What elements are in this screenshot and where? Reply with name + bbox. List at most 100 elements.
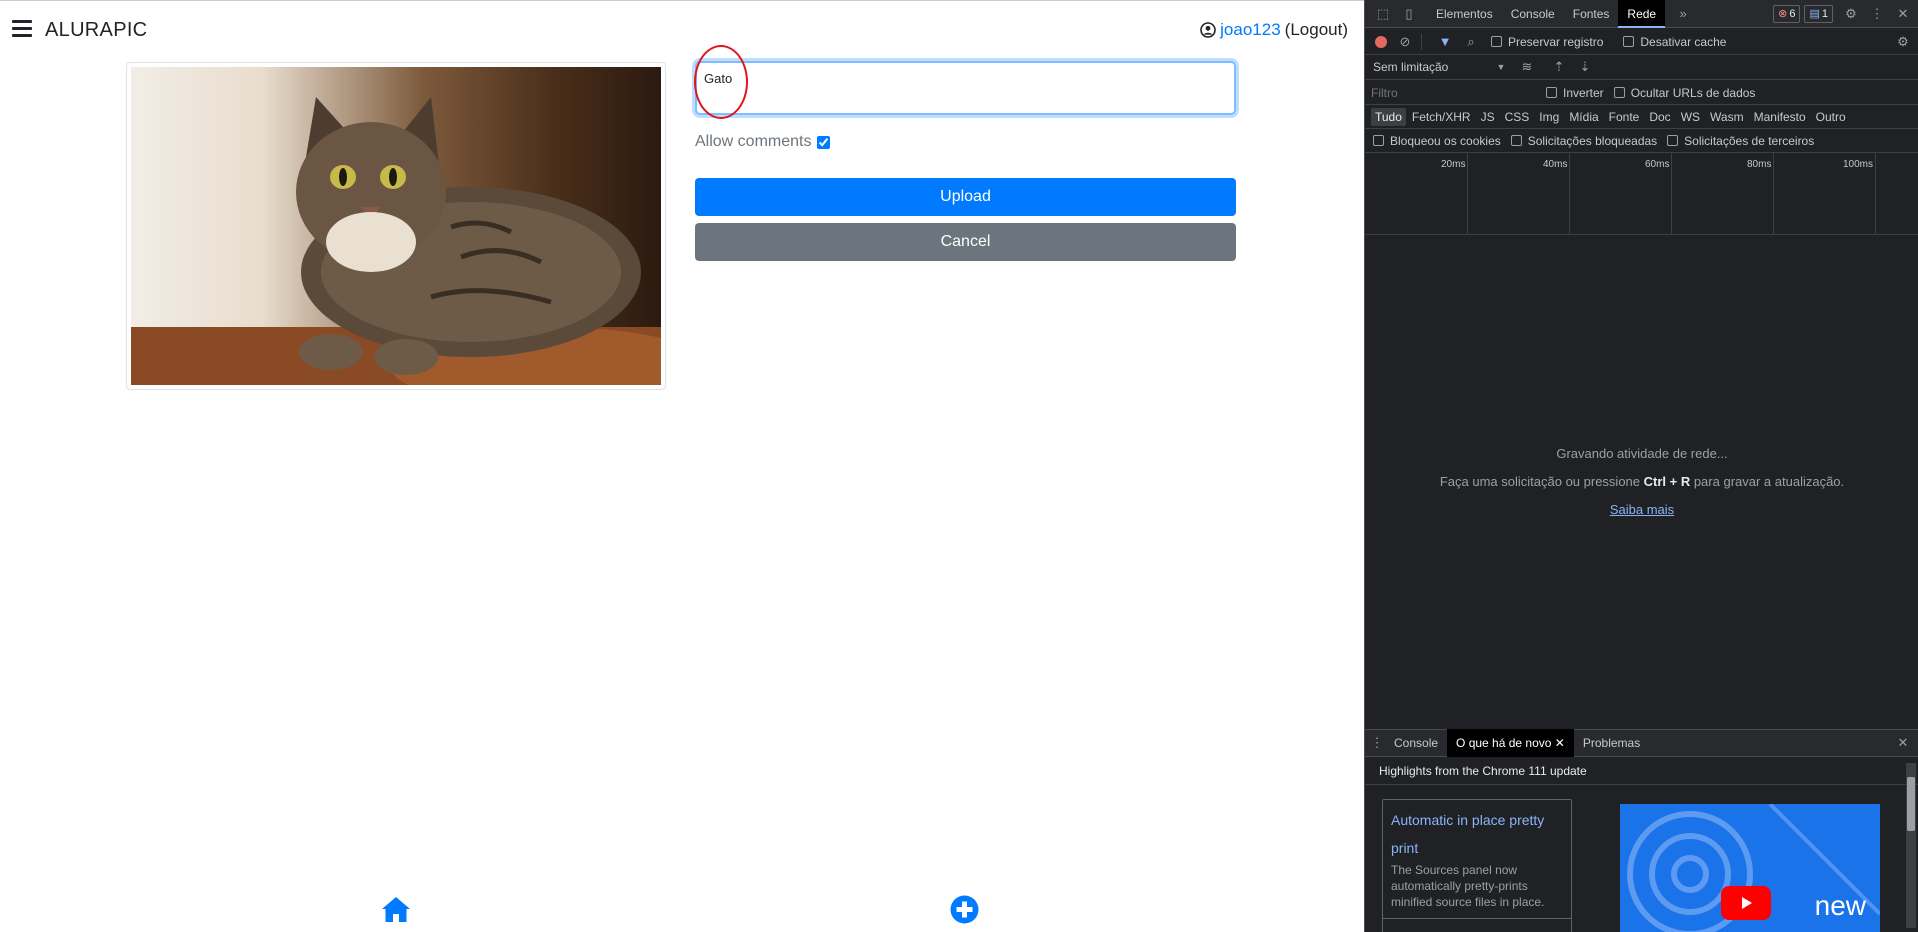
more-tabs-icon[interactable]: » [1675,6,1691,22]
filter-row: Inverter Ocultar URLs de dados [1365,81,1918,105]
youtube-play-icon[interactable] [1721,886,1771,920]
recording-message: Gravando atividade de rede... [1556,446,1728,461]
kebab-menu-icon[interactable]: ⋮ [1869,6,1885,22]
network-toolbar: ⊘ ▼ ⌕ Preservar registro Desativar cache… [1365,29,1918,55]
close-icon[interactable]: ✕ [1895,6,1911,22]
close-drawer-icon[interactable]: ✕ [1895,735,1911,751]
messages-badge[interactable]: ▤ 1 [1804,4,1833,23]
logout-link[interactable]: (Logout) [1285,20,1348,40]
filter-input[interactable] [1371,83,1536,102]
home-icon[interactable] [381,895,411,923]
promo-video-thumbnail[interactable]: new [1620,804,1880,932]
feature-title[interactable]: Automatic in place pretty print [1391,806,1563,862]
search-icon[interactable]: ⌕ [1463,34,1479,50]
type-manifest[interactable]: Manifesto [1750,108,1810,126]
description-input[interactable] [697,63,1234,113]
tab-elements[interactable]: Elementos [1427,0,1502,28]
feature-card-next[interactable] [1382,918,1572,932]
preserve-log-checkbox[interactable] [1491,36,1502,47]
type-css[interactable]: CSS [1501,108,1534,126]
inspect-element-icon[interactable]: ⬚ [1375,6,1391,22]
cancel-button[interactable]: Cancel [695,223,1236,261]
drawer-tab-console[interactable]: Console [1385,729,1447,757]
hide-data-urls-checkbox[interactable] [1613,87,1625,98]
third-party-label: Solicitações de terceiros [1684,133,1815,148]
type-img[interactable]: Img [1535,108,1563,126]
record-icon[interactable] [1375,35,1387,48]
network-empty-state: Gravando atividade de rede... Faça uma s… [1365,440,1918,524]
preserve-log-label: Preservar registro [1508,34,1604,49]
invert-checkbox[interactable] [1546,87,1557,98]
plus-circle-icon[interactable] [950,895,979,924]
allow-comments-label: Allow comments [695,133,812,150]
description-field-wrapper [695,61,1236,115]
feature-description: The Sources panel now automatically pret… [1391,863,1545,909]
type-wasm[interactable]: Wasm [1706,108,1748,126]
photo-preview-card [126,62,666,390]
timeline-tick: 60ms [1645,159,1670,170]
network-conditions-icon[interactable]: ≋ [1519,59,1535,75]
filter-icon[interactable]: ▼ [1437,34,1453,50]
menu-icon[interactable] [12,20,32,38]
cat-photo [131,67,661,385]
drawer-tab-issues[interactable]: Problemas [1574,729,1649,757]
feature-card[interactable]: Automatic in place pretty print The Sour… [1382,799,1572,919]
device-toolbar-icon[interactable]: ▯ [1401,6,1417,22]
upload-button[interactable]: Upload [695,178,1236,216]
drawer-tabbar: ⋮ Console O que há de novo ✕ Problemas ✕ [1365,729,1918,757]
resource-type-filters: Tudo Fetch/XHR JS CSS Img Mídia Fonte Do… [1365,105,1918,129]
drawer-menu-icon[interactable]: ⋮ [1369,735,1385,751]
reload-hint: Faça uma solicitação ou pressione Ctrl +… [1439,474,1845,489]
learn-more-link[interactable]: Saiba mais [1610,502,1674,517]
allow-comments-row: Allow comments [695,133,831,151]
brand-logo[interactable]: ALURAPIC [45,19,147,42]
devtools-tabbar: ⬚ ▯ Elementos Console Fontes Rede » ⊗ 6 ▤… [1365,0,1918,28]
third-party-checkbox[interactable] [1667,135,1679,146]
blocked-filters-row: Bloqueou os cookies Solicitações bloquea… [1365,129,1918,153]
close-tab-icon[interactable]: ✕ [1555,736,1565,750]
import-har-icon[interactable]: ⇡ [1551,59,1567,75]
timeline-tick: 20ms [1441,159,1466,170]
errors-badge[interactable]: ⊗ 6 [1773,4,1801,23]
timeline-tick: 80ms [1747,159,1772,170]
disable-cache-label: Desativar cache [1640,34,1727,49]
username-link[interactable]: joao123 [1220,20,1281,40]
throttle-row: Sem limitação ▼ ≋ ⇡ ⇣ [1365,55,1918,80]
timeline-tick: 100ms [1843,159,1874,170]
hide-data-urls-label: Ocultar URLs de dados [1630,85,1756,100]
user-circle-icon [1200,22,1216,38]
settings-gear-icon[interactable]: ⚙ [1843,6,1859,22]
allow-comments-checkbox[interactable] [817,135,831,149]
disable-cache-checkbox[interactable] [1623,36,1635,47]
export-har-icon[interactable]: ⇣ [1577,59,1593,75]
network-settings-gear-icon[interactable]: ⚙ [1895,34,1911,50]
drawer-tab-whats-new-label: O que há de novo [1456,736,1552,750]
drawer-scrollbar[interactable] [1906,763,1916,928]
promo-text: new [1814,890,1866,921]
type-js[interactable]: JS [1477,108,1499,126]
type-font[interactable]: Fonte [1605,108,1644,126]
tab-network[interactable]: Rede [1618,0,1666,28]
chevron-down-icon: ▼ [1496,62,1506,72]
invert-label: Inverter [1563,85,1604,100]
throttle-select[interactable]: Sem limitação [1373,60,1483,74]
type-media[interactable]: Mídia [1565,108,1602,126]
drawer-tab-whats-new[interactable]: O que há de novo ✕ [1447,729,1574,757]
app-page: ALURAPIC joao123 (Logout) Gato Allow com… [0,0,1364,932]
type-other[interactable]: Outro [1812,108,1850,126]
timeline-tick: 40ms [1543,159,1568,170]
blocked-requests-checkbox[interactable] [1510,135,1522,146]
blocked-cookies-checkbox[interactable] [1373,135,1384,146]
type-doc[interactable]: Doc [1645,108,1674,126]
type-fetch-xhr[interactable]: Fetch/XHR [1408,108,1475,126]
type-all[interactable]: Tudo [1371,107,1406,126]
tab-console[interactable]: Console [1502,0,1564,28]
tab-sources[interactable]: Fontes [1564,0,1619,28]
clear-icon[interactable]: ⊘ [1397,34,1413,50]
blocked-cookies-label: Bloqueou os cookies [1390,133,1501,148]
network-timeline[interactable]: 20ms 40ms 60ms 80ms 100ms [1365,153,1918,235]
errors-count: 6 [1789,7,1796,20]
whats-new-heading: Highlights from the Chrome 111 update [1365,757,1918,785]
type-ws[interactable]: WS [1677,108,1704,126]
devtools-panel: ⬚ ▯ Elementos Console Fontes Rede » ⊗ 6 ▤… [1364,0,1918,932]
